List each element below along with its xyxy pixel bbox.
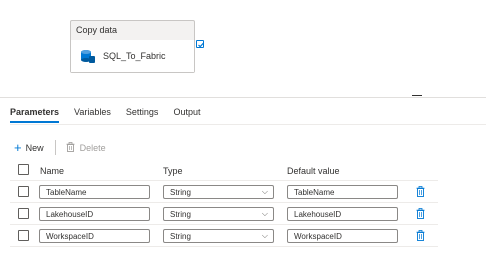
table-row: TableName String ⌵ TableName bbox=[10, 181, 438, 203]
plus-icon: + bbox=[14, 139, 22, 155]
table-row: LakehouseID String ⌵ LakehouseID bbox=[10, 203, 438, 225]
trash-icon bbox=[66, 141, 75, 154]
tab-variables[interactable]: Variables bbox=[74, 107, 111, 123]
parameter-name-input[interactable]: LakehouseID bbox=[39, 207, 150, 221]
row-checkbox[interactable] bbox=[18, 230, 29, 241]
row-checkbox[interactable] bbox=[18, 208, 29, 219]
delete-parameter-button[interactable]: Delete bbox=[66, 141, 106, 154]
minimize-panel-icon[interactable] bbox=[412, 95, 422, 96]
column-header-name: Name bbox=[40, 166, 65, 176]
toolbar-separator bbox=[54, 140, 56, 155]
parameter-name-input[interactable]: TableName bbox=[39, 185, 150, 199]
select-all-checkbox[interactable] bbox=[18, 164, 29, 175]
panel-divider[interactable] bbox=[0, 97, 486, 98]
row-checkbox[interactable] bbox=[18, 186, 29, 197]
type-value: String bbox=[170, 188, 191, 197]
tab-settings[interactable]: Settings bbox=[126, 107, 159, 123]
copy-data-activity[interactable]: Copy data SQL_To_Fabric bbox=[70, 20, 195, 73]
default-value-input[interactable]: LakehouseID bbox=[287, 207, 398, 221]
delete-row-trash-icon[interactable] bbox=[416, 186, 425, 199]
type-value: String bbox=[170, 232, 191, 241]
new-parameter-button[interactable]: + New bbox=[14, 139, 44, 155]
success-check-icon bbox=[196, 40, 204, 48]
new-label: New bbox=[25, 142, 44, 153]
parameter-type-select[interactable]: String ⌵ bbox=[163, 185, 274, 199]
chevron-down-icon: ⌵ bbox=[261, 231, 268, 240]
properties-tabs: Parameters Variables Settings Output bbox=[10, 107, 215, 123]
table-row: WorkspaceID String ⌵ WorkspaceID bbox=[10, 225, 438, 247]
parameter-type-select[interactable]: String ⌵ bbox=[163, 207, 274, 221]
parameter-type-select[interactable]: String ⌵ bbox=[163, 229, 274, 243]
chevron-down-icon: ⌵ bbox=[261, 187, 268, 196]
copy-data-icon bbox=[80, 48, 96, 64]
chevron-down-icon: ⌵ bbox=[261, 209, 268, 218]
table-header-row: Name Type Default value bbox=[10, 159, 438, 181]
tabs-divider bbox=[10, 124, 486, 125]
tab-parameters[interactable]: Parameters bbox=[10, 107, 60, 123]
delete-row-trash-icon[interactable] bbox=[416, 208, 425, 221]
default-value-input[interactable]: WorkspaceID bbox=[287, 229, 398, 243]
type-value: String bbox=[170, 210, 191, 219]
activity-type-label: Copy data bbox=[76, 25, 118, 35]
delete-row-trash-icon[interactable] bbox=[416, 230, 425, 243]
parameters-toolbar: + New Delete bbox=[14, 140, 106, 155]
default-value-input[interactable]: TableName bbox=[287, 185, 398, 199]
activity-body[interactable]: SQL_To_Fabric bbox=[71, 40, 194, 72]
tab-output[interactable]: Output bbox=[173, 107, 200, 123]
delete-label: Delete bbox=[79, 142, 106, 153]
activity-name: SQL_To_Fabric bbox=[103, 51, 166, 61]
column-header-default: Default value bbox=[287, 166, 340, 176]
column-header-type: Type bbox=[163, 166, 183, 176]
parameter-name-input[interactable]: WorkspaceID bbox=[39, 229, 150, 243]
